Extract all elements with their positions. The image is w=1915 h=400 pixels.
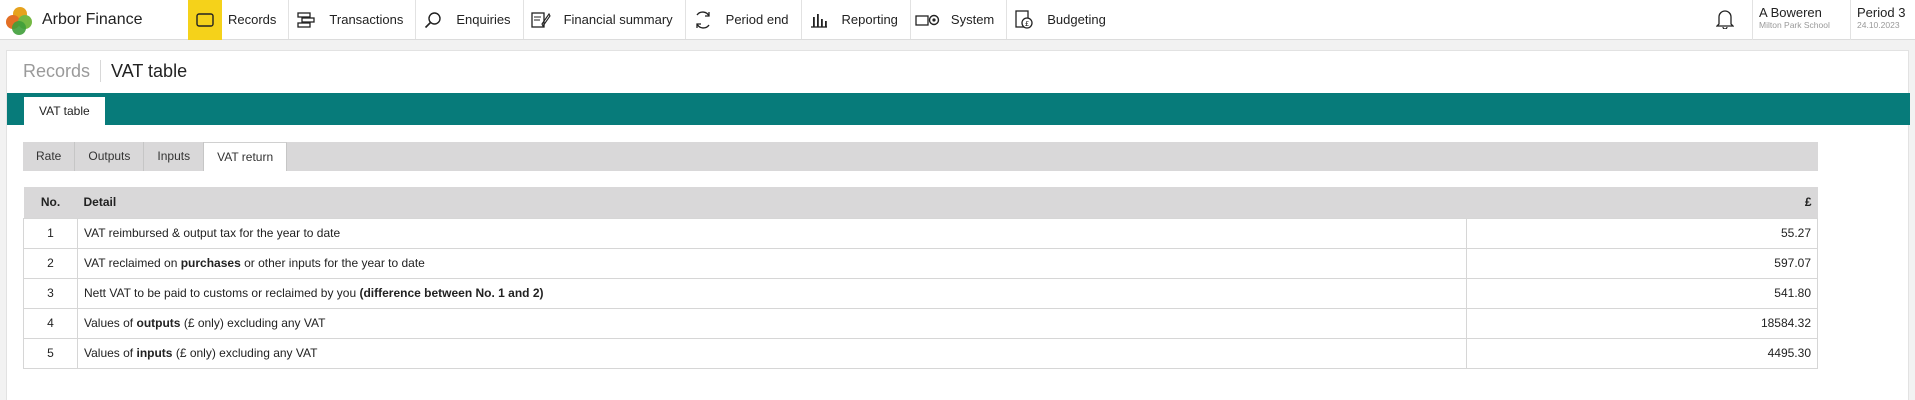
nav-item-budgeting[interactable]: £ Budgeting [1007, 0, 1118, 39]
svg-text:£: £ [1025, 20, 1029, 28]
search-icon [416, 0, 450, 40]
brand[interactable]: Arbor Finance [0, 0, 188, 39]
detail-emphasis: inputs [136, 346, 173, 360]
subtab-inputs[interactable]: Inputs [144, 142, 205, 171]
nav-item-records[interactable]: Records [188, 0, 290, 40]
records-icon [188, 0, 222, 40]
breadcrumb-parent[interactable]: Records [23, 61, 90, 82]
row-detail: Values of outputs (£ only) excluding any… [77, 307, 1467, 339]
content-panel: Records VAT table VAT table Rate Outputs… [6, 50, 1910, 400]
detail-text: Values of [84, 316, 137, 330]
row-detail: Values of inputs (£ only) excluding any … [77, 337, 1467, 369]
row-amount: 541.80 [1466, 277, 1818, 309]
nav-item-transactions[interactable]: Transactions [289, 0, 417, 40]
table-row: 5 Values of inputs (£ only) excluding any… [23, 337, 1818, 369]
tab-vat-table[interactable]: VAT table [24, 97, 105, 125]
table-row: 3 Nett VAT to be paid to customs or recla… [23, 277, 1818, 309]
subtab-vat-return[interactable]: VAT return [204, 142, 288, 171]
nav-label: Records [228, 12, 277, 27]
row-detail: VAT reimbursed & output tax for the year… [77, 217, 1467, 249]
column-header-amount: £ [1804, 195, 1812, 210]
nav-item-enquiries[interactable]: Enquiries [416, 0, 524, 40]
refresh-icon [686, 0, 720, 40]
period-date: 24.10.2023 [1857, 20, 1900, 30]
table-row: 1 VAT reimbursed & output tax for the yea… [23, 217, 1818, 249]
period-selector[interactable]: Period 3 24.10.2023 [1851, 0, 1915, 40]
nav-label: Transactions [329, 12, 404, 27]
detail-emphasis: purchases [180, 256, 241, 270]
nav-label: Period end [725, 12, 789, 27]
column-header-detail: Detail [83, 195, 117, 210]
brand-name: Arbor Finance [42, 10, 143, 28]
row-amount: 4495.30 [1466, 337, 1818, 369]
bell-icon [1714, 9, 1735, 32]
nav-label: Reporting [841, 12, 898, 27]
vat-return-table: No. Detail £ 1 VAT reimbursed & output ta… [23, 187, 1818, 369]
subtab-bar: Rate Outputs Inputs VAT return [23, 142, 1818, 171]
nav-item-reporting[interactable]: Reporting [802, 0, 911, 39]
top-right-area: A Boweren Milton Park School Period 3 24… [1697, 0, 1915, 40]
breadcrumb: Records VAT table [23, 60, 187, 82]
nav-label: Enquiries [456, 12, 511, 27]
row-number: 3 [23, 277, 78, 309]
row-detail: Nett VAT to be paid to customs or reclai… [77, 277, 1467, 309]
row-amount: 55.27 [1466, 217, 1818, 249]
detail-text: Nett VAT to be paid to customs or reclai… [84, 286, 360, 300]
detail-text: or other inputs for the year to date [240, 256, 425, 270]
bar-chart-icon [802, 0, 836, 40]
detail-text: (£ only) excluding any VAT [172, 346, 318, 360]
table-header-row: No. Detail £ [23, 187, 1818, 218]
table-body: 1 VAT reimbursed & output tax for the yea… [23, 217, 1818, 369]
breadcrumb-divider [100, 60, 102, 82]
user-name: A Boweren [1759, 5, 1822, 20]
column-header-no: No. [40, 195, 61, 210]
detail-text: VAT reclaimed on [84, 256, 181, 270]
subtab-rate[interactable]: Rate [23, 142, 76, 171]
arbor-logo-icon [6, 6, 34, 35]
table-row: 4 Values of outputs (£ only) excluding an… [23, 307, 1818, 339]
row-detail: VAT reclaimed on purchases or other inpu… [77, 247, 1467, 279]
row-number: 5 [23, 337, 78, 369]
budget-icon: £ [1007, 0, 1041, 40]
row-number: 2 [23, 247, 78, 279]
transactions-icon [289, 0, 323, 40]
main-nav: Records Transactions Enquiries Financial… [188, 0, 1118, 40]
row-number: 4 [23, 307, 78, 339]
page-title: VAT table [111, 60, 188, 81]
period-label: Period 3 [1857, 5, 1906, 20]
detail-text: Values of [84, 346, 137, 360]
nav-label: Budgeting [1047, 12, 1106, 27]
detail-text: VAT reimbursed & output tax for the year… [84, 226, 341, 240]
detail-emphasis: outputs [136, 316, 181, 330]
user-school: Milton Park School [1759, 20, 1830, 30]
nav-label: Financial summary [563, 12, 673, 27]
nav-label: System [950, 12, 995, 27]
nav-item-system[interactable]: System [911, 0, 1008, 40]
table-row: 2 VAT reclaimed on purchases or other inp… [23, 247, 1818, 279]
row-amount: 597.07 [1466, 247, 1818, 279]
detail-emphasis: (difference between No. 1 and 2) [359, 286, 544, 300]
detail-text: (£ only) excluding any VAT [180, 316, 326, 330]
notifications-button[interactable] [1697, 0, 1753, 40]
nav-item-financial-summary[interactable]: Financial summary [524, 0, 686, 39]
subtab-outputs[interactable]: Outputs [75, 142, 145, 171]
system-icon [911, 0, 945, 40]
nav-item-period-end[interactable]: Period end [686, 0, 802, 39]
user-menu[interactable]: A Boweren Milton Park School [1753, 0, 1851, 40]
row-amount: 18584.32 [1466, 307, 1818, 339]
financial-summary-icon [524, 0, 558, 40]
row-number: 1 [23, 217, 78, 249]
top-navigation-bar: Arbor Finance Records Transactions Enqui… [0, 0, 1915, 40]
page-tab-bar: VAT table [7, 93, 1910, 125]
